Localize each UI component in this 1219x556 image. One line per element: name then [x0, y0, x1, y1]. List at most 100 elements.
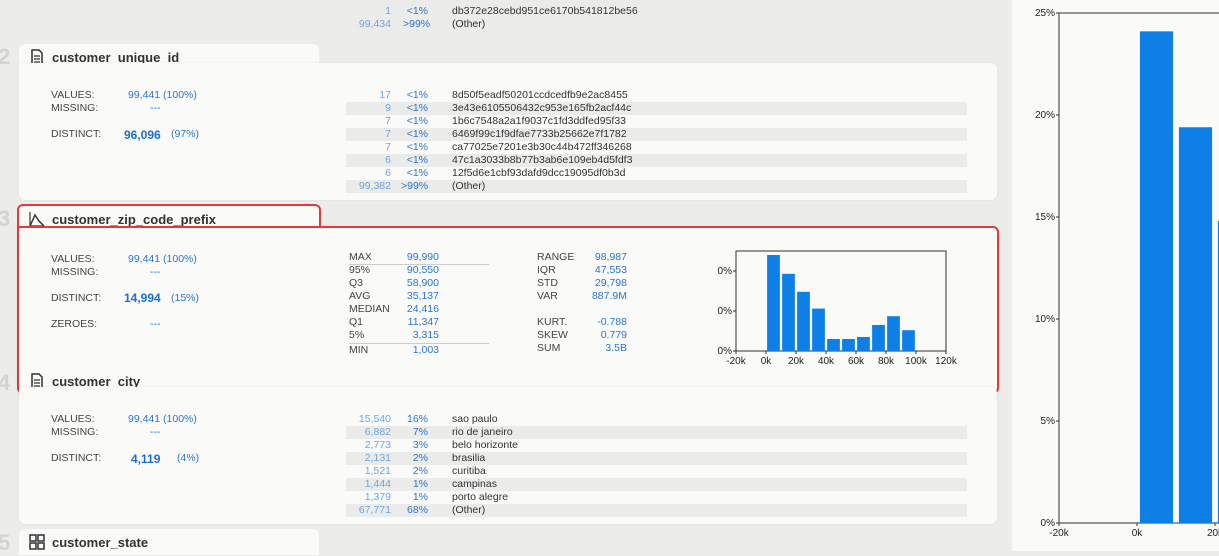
stat-value: 24,416 [406, 303, 439, 315]
row-percent: 2% [412, 452, 428, 464]
row-count: 99,382 [358, 180, 391, 192]
stat-value: 58,900 [406, 277, 439, 289]
stat-value: 11,347 [407, 316, 439, 328]
row-value: rio de janeiro [452, 426, 513, 438]
row-percent: <1% [406, 115, 428, 127]
distinct-value: 96,096 [124, 128, 161, 142]
stat-value: 47,553 [594, 264, 627, 276]
stat-value: 3.5B [605, 342, 627, 354]
column-name: customer_state [52, 534, 149, 550]
stat-value: 3,315 [412, 329, 439, 341]
row-value: belo horizonte [452, 439, 518, 451]
stat-label: SUM [537, 342, 561, 354]
row-percent: 1% [412, 478, 428, 490]
values-label: VALUES: [51, 413, 95, 425]
missing-value: --- [150, 102, 161, 114]
row-percent: >99% [401, 180, 429, 192]
values-value: 99,441 (100%) [128, 253, 197, 265]
stat-label: MIN [349, 344, 369, 356]
values-value: 99,441 (100%) [128, 413, 197, 425]
table-row: 1,379 1% porto alegre [346, 491, 967, 504]
row-percent: 7% [412, 426, 428, 438]
row-value: curitiba [452, 465, 486, 477]
row-count: 9 [385, 102, 391, 114]
row-percent: 68% [406, 504, 428, 516]
row-percent: <1% [406, 89, 428, 101]
x-tick-label: 0k [1132, 528, 1144, 539]
row-percent: 3% [412, 439, 428, 451]
histogram-bar [782, 273, 795, 351]
histogram-bar [767, 255, 780, 351]
table-row: 6 <1% 47c1a3033b8b77b3ab6e109eb4d5fdf3 [346, 154, 967, 167]
stat-value: -0.788 [597, 316, 627, 328]
y-tick-label: 0% [1041, 518, 1056, 529]
stat-label: AVG [349, 290, 371, 302]
column-number: 3 [0, 206, 11, 231]
distinct-label: DISTINCT: [51, 452, 102, 464]
row-value: (Other) [452, 180, 486, 192]
distinct-label: DISTINCT: [51, 292, 102, 304]
histogram-bar [872, 325, 885, 351]
table-row: 15,540 16% sao paulo [346, 413, 967, 426]
table-row: 17 <1% 8d50f5eadf50201ccdcedfb9e2ac8455 [346, 89, 967, 102]
zeroes-value: --- [150, 318, 161, 330]
row-percent: <1% [406, 154, 428, 166]
row-percent: 2% [412, 465, 428, 477]
y-tick-label: 15% [1035, 212, 1055, 223]
stat-value: 0.779 [600, 329, 627, 341]
row-value: campinas [452, 478, 497, 490]
row-count: 6 [385, 167, 391, 179]
table-row: 2,773 3% belo horizonte [346, 439, 967, 452]
row-count: 17 [379, 89, 391, 101]
table-row: 99,382 >99% (Other) [346, 180, 967, 193]
stat-label: MAX [349, 251, 372, 263]
histogram-chart: -20k 0k 20k 40k 60k 80k 100k 120k 0% 10% 20% [718, 250, 958, 367]
table-row: 9 <1% 3e43e6105506432c953e165fb2acf44c [346, 102, 967, 115]
y-tick-label: 20% [718, 266, 732, 277]
missing-value: --- [150, 426, 161, 438]
row-value: 12f5d6e1cbf93dafd9dcc19095df0b3d [452, 167, 626, 179]
stat-label: STD [537, 277, 558, 289]
row-count: 7 [385, 128, 391, 140]
y-tick-label: 10% [1035, 314, 1055, 325]
histogram-bar [842, 339, 855, 351]
table-row: 7 <1% ca77025e7201e3b30c44b472ff346268 [346, 141, 967, 154]
row-count: 1,379 [364, 491, 391, 503]
histogram-bar [1178, 127, 1213, 524]
x-tick-label: 20k [1207, 528, 1219, 539]
table-row: 2,131 2% brasilia [346, 452, 967, 465]
row-count: 2,131 [364, 452, 391, 464]
x-tick-label: 120k [935, 356, 958, 367]
values-label: VALUES: [51, 253, 95, 265]
histogram-bar [797, 291, 810, 351]
column-tab-customer-state[interactable]: customer_state [19, 529, 319, 555]
row-value: 3e43e6105506432c953e165fb2acf44c [452, 102, 632, 114]
row-value: (Other) [452, 504, 486, 516]
x-tick-label: 20k [788, 356, 805, 367]
values-value: 99,441 (100%) [128, 89, 197, 101]
table-row: 1 <1% db372e28cebd951ce6170b541812be56 [385, 5, 638, 17]
stat-value: 35,137 [406, 290, 439, 302]
line-chart-icon [29, 212, 45, 227]
y-tick-label: 0% [718, 346, 732, 357]
row-percent: <1% [406, 141, 428, 153]
table-row: 6 <1% 12f5d6e1cbf93dafd9dcc19095df0b3d [346, 167, 967, 180]
stat-value: 90,550 [406, 264, 439, 276]
y-tick-label: 5% [1041, 416, 1056, 427]
row-value: 47c1a3033b8b77b3ab6e109eb4d5fdf3 [452, 154, 633, 166]
column-number: 5 [0, 530, 11, 555]
column-number: 2 [0, 44, 11, 69]
histogram-bar [827, 339, 840, 351]
stats-divider [349, 264, 489, 265]
row-value: porto alegre [452, 491, 509, 503]
stat-label: Q3 [349, 277, 364, 289]
table-row: 7 <1% 6469f99c1f9dfae7733b25662e7f1782 [346, 128, 967, 141]
row-count: 6,882 [364, 426, 391, 438]
row-count: 1,444 [364, 478, 391, 490]
column-number: 4 [0, 370, 11, 395]
stat-value: 99,990 [406, 251, 439, 263]
y-tick-label: 25% [1035, 8, 1055, 19]
row-value: 6469f99c1f9dfae7733b25662e7f1782 [452, 128, 627, 140]
stat-value: 29,798 [594, 277, 627, 289]
row-percent: 16% [406, 413, 428, 425]
